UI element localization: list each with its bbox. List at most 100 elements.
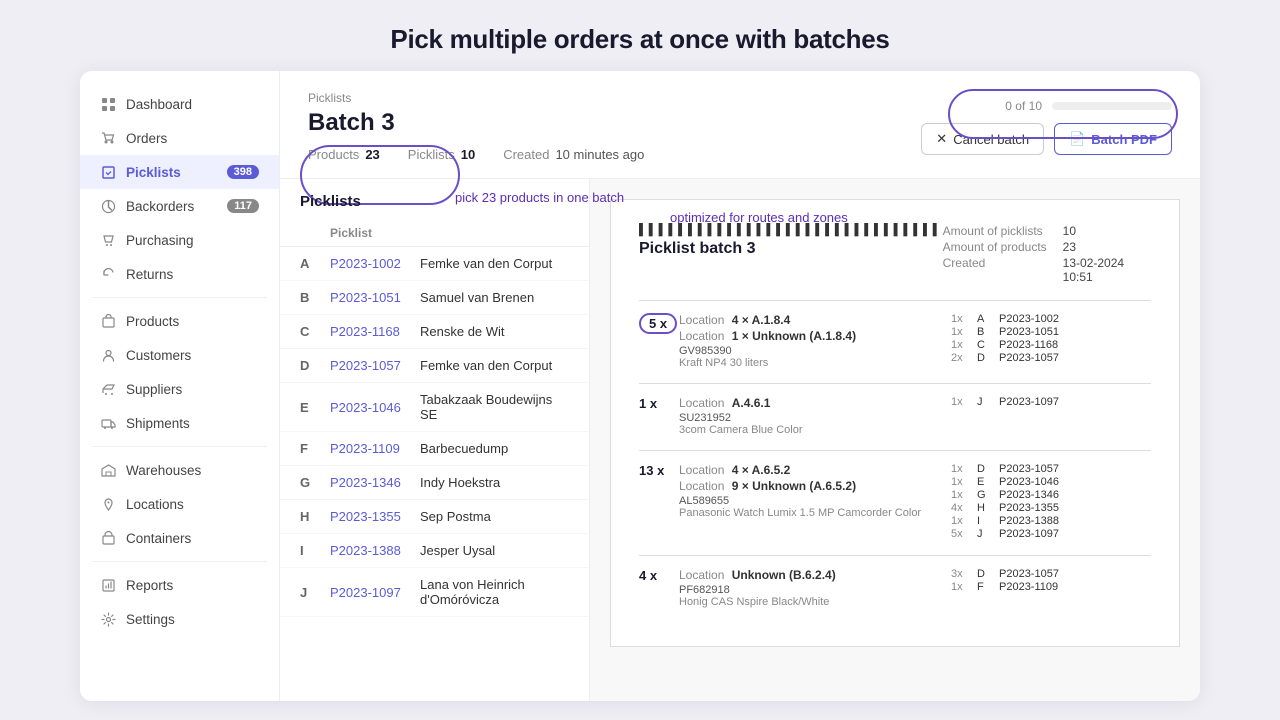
warehouses-icon [100, 462, 116, 478]
pdf-panel: ▌▌▌▌▌▌▌▌▌▌▌▌▌▌▌▌▌▌▌▌▌▌▌▌▌▌▌▌▌▌▌ Picklist… [590, 179, 1200, 701]
batch-stat-products: Products 23 [308, 147, 380, 162]
sidebar-item-containers[interactable]: Containers [80, 521, 279, 555]
settings-icon [100, 611, 116, 627]
content-body: pick 23 products in one batch print pick… [280, 179, 1200, 701]
pdf-document: ▌▌▌▌▌▌▌▌▌▌▌▌▌▌▌▌▌▌▌▌▌▌▌▌▌▌▌▌▌▌▌ Picklist… [610, 199, 1180, 647]
sidebar-item-purchasing[interactable]: Purchasing [80, 223, 279, 257]
sidebar-item-reports[interactable]: Reports [80, 568, 279, 602]
pdf-group-2: 1 x Location A.4.6.1 SU231952 3com Camer… [639, 396, 1151, 436]
products-value: 23 [365, 147, 379, 162]
content-area: Picklists Batch 3 Products 23 Picklists … [280, 71, 1200, 701]
sidebar-item-customers[interactable]: Customers [80, 338, 279, 372]
sidebar-item-warehouses[interactable]: Warehouses [80, 453, 279, 487]
table-row: J P2023-1097 Lana von Heinrich d'Omóróvi… [280, 568, 589, 617]
batch-title: Batch 3 [308, 109, 644, 137]
table-row: B P2023-1051 Samuel van Brenen [280, 281, 589, 315]
pdf-meta: Amount of picklists 10 Amount of product… [943, 224, 1151, 284]
pdf-meta-products-value: 23 [1063, 240, 1151, 254]
batch-stats: Products 23 Picklists 10 Created 10 minu… [308, 147, 644, 162]
pdf-location-row-3: 13 x Location 4 × A.6.5.2 Location 9 × U… [639, 463, 1151, 541]
sidebar-item-settings[interactable]: Settings [80, 602, 279, 636]
sidebar-label-purchasing: Purchasing [126, 233, 194, 248]
locations-icon [100, 496, 116, 512]
sidebar-label-dashboard: Dashboard [126, 97, 192, 112]
main-layout: Dashboard Orders Picklists 398 Backorder… [80, 71, 1200, 701]
sidebar-label-returns: Returns [126, 267, 173, 282]
backorders-icon [100, 198, 116, 214]
pdf-locations-3: Location 4 × A.6.5.2 Location 9 × Unknow… [679, 463, 951, 519]
pdf-locations-4: Location Unknown (B.6.2.4) PF682918 Honi… [679, 568, 951, 608]
sidebar-divider-2 [92, 446, 267, 447]
products-label: Products [308, 147, 359, 162]
table-row: I P2023-1388 Jesper Uysal [280, 534, 589, 568]
col-letter-header [300, 226, 330, 240]
purchasing-icon [100, 232, 116, 248]
table-row: H P2023-1355 Sep Postma [280, 500, 589, 534]
sidebar-label-picklists: Picklists [126, 165, 181, 180]
pdf-title: Picklist batch 3 [639, 240, 943, 258]
sidebar-item-shipments[interactable]: Shipments [80, 406, 279, 440]
pdf-meta-picklists-label: Amount of picklists [943, 224, 1047, 238]
sidebar-label-settings: Settings [126, 612, 175, 627]
picklists-panel-title: Picklists [280, 179, 589, 220]
pdf-location-row-4: 4 x Location Unknown (B.6.2.4) PF682918 … [639, 568, 1151, 608]
col-name-header [420, 226, 569, 240]
pdf-location-row-2: 1 x Location A.4.6.1 SU231952 3com Camer… [639, 396, 1151, 436]
sidebar-label-reports: Reports [126, 578, 173, 593]
sidebar-label-locations: Locations [126, 497, 184, 512]
picklists-badge: 398 [227, 165, 259, 179]
pdf-locations-1: Location 4 × A.1.8.4 Location 1 × Unknow… [679, 313, 951, 369]
progress-label: 0 of 10 [1005, 99, 1042, 113]
sidebar-item-products[interactable]: Products [80, 304, 279, 338]
sidebar-item-locations[interactable]: Locations [80, 487, 279, 521]
reports-icon [100, 577, 116, 593]
pdf-qty-1: 5 x [639, 313, 679, 334]
pdf-group-4: 4 x Location Unknown (B.6.2.4) PF682918 … [639, 568, 1151, 608]
cancel-batch-label: Cancel batch [953, 132, 1029, 147]
pdf-location-row-1: 5 x Location 4 × A.1.8.4 Location 1 × Un… [639, 313, 1151, 369]
orders-icon [100, 130, 116, 146]
containers-icon [100, 530, 116, 546]
shipments-icon [100, 415, 116, 431]
sidebar-label-customers: Customers [126, 348, 191, 363]
picklists-icon [100, 164, 116, 180]
sidebar-item-dashboard[interactable]: Dashboard [80, 87, 279, 121]
pdf-qty-4: 4 x [639, 568, 679, 583]
cancel-batch-button[interactable]: ✕ Cancel batch [921, 123, 1044, 155]
returns-icon [100, 266, 116, 282]
sidebar: Dashboard Orders Picklists 398 Backorder… [80, 71, 280, 701]
pdf-orders-4: 3xDP2023-1057 1xFP2023-1109 [951, 568, 1151, 594]
progress-bar-outer [1052, 102, 1172, 110]
batch-actions: ✕ Cancel batch 📄 Batch PDF [921, 123, 1172, 155]
pdf-meta-created-value: 13-02-2024 10:51 [1063, 256, 1151, 284]
table-row: F P2023-1109 Barbecuedump [280, 432, 589, 466]
sidebar-item-picklists[interactable]: Picklists 398 [80, 155, 279, 189]
sidebar-label-warehouses: Warehouses [126, 463, 201, 478]
sidebar-item-suppliers[interactable]: Suppliers [80, 372, 279, 406]
pdf-orders-2: 1xJP2023-1097 [951, 396, 1151, 409]
sidebar-item-orders[interactable]: Orders [80, 121, 279, 155]
progress-row: 0 of 10 [1005, 99, 1172, 113]
table-row: C P2023-1168 Renske de Wit [280, 315, 589, 349]
suppliers-icon [100, 381, 116, 397]
picklists-panel: Picklists Picklist A P2023-1002 Femke va… [280, 179, 590, 701]
dashboard-icon [100, 96, 116, 112]
pdf-divider-4 [639, 555, 1151, 556]
page-title: Pick multiple orders at once with batche… [0, 0, 1280, 71]
batch-pdf-button[interactable]: 📄 Batch PDF [1054, 123, 1172, 155]
picklists-label: Picklists [408, 147, 455, 162]
pdf-group-3: 13 x Location 4 × A.6.5.2 Location 9 × U… [639, 463, 1151, 541]
pdf-qty-2: 1 x [639, 396, 679, 411]
sidebar-item-backorders[interactable]: Backorders 117 [80, 189, 279, 223]
created-label: Created [503, 147, 549, 162]
breadcrumb: Picklists [308, 91, 644, 105]
picklists-table-header: Picklist [280, 220, 589, 247]
batch-pdf-label: Batch PDF [1091, 132, 1157, 147]
customers-icon [100, 347, 116, 363]
pdf-orders-3: 1xDP2023-1057 1xEP2023-1046 1xGP2023-134… [951, 463, 1151, 541]
sidebar-label-suppliers: Suppliers [126, 382, 182, 397]
batch-stat-picklists: Picklists 10 [408, 147, 475, 162]
pdf-divider-3 [639, 450, 1151, 451]
sidebar-item-returns[interactable]: Returns [80, 257, 279, 291]
pdf-group-1: 5 x Location 4 × A.1.8.4 Location 1 × Un… [639, 313, 1151, 369]
